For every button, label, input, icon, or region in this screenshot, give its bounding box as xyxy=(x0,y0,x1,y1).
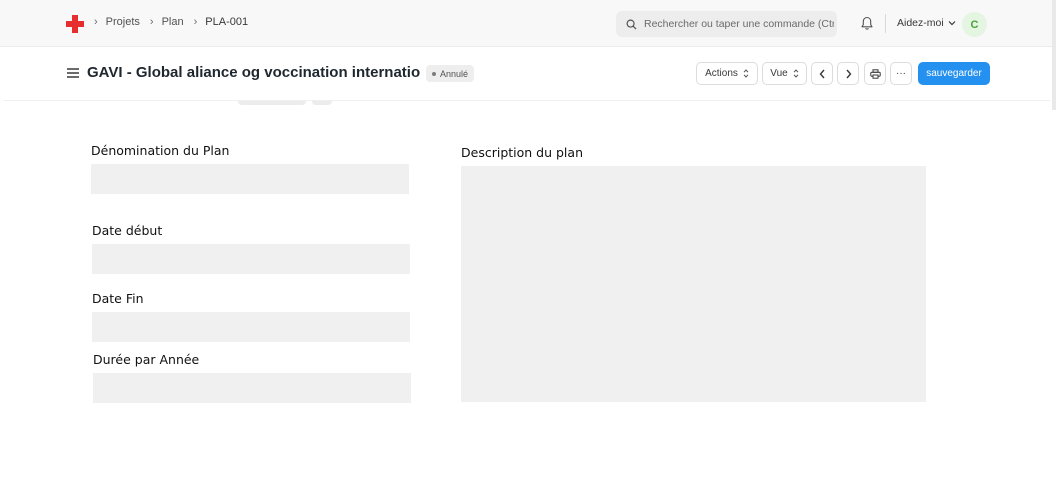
next-record-button[interactable] xyxy=(837,62,859,85)
search-bar[interactable] xyxy=(616,11,837,37)
status-badge: Annulé xyxy=(426,65,475,82)
chevron-right-icon: › xyxy=(94,16,98,28)
search-input[interactable] xyxy=(644,18,834,30)
chevron-right-icon: › xyxy=(149,16,154,28)
duration-per-year-label: Durée par Année xyxy=(93,352,200,367)
more-options-button[interactable]: ··· xyxy=(890,62,912,85)
breadcrumb-projets[interactable]: Projets xyxy=(106,16,140,28)
status-badge-label: Annulé xyxy=(440,68,469,79)
chevron-left-icon xyxy=(819,69,825,78)
sort-icon xyxy=(743,69,749,78)
chevron-right-icon xyxy=(845,69,851,78)
chevron-down-icon xyxy=(948,21,956,26)
hidden-tab-edge xyxy=(238,101,306,105)
red-cross-logo[interactable] xyxy=(66,15,84,33)
chevron-right-icon: › xyxy=(193,16,198,28)
start-date-input[interactable] xyxy=(92,244,410,274)
print-button[interactable] xyxy=(864,62,886,85)
status-dot-icon xyxy=(432,71,436,76)
printer-icon xyxy=(869,68,881,79)
sidebar-toggle-icon[interactable] xyxy=(67,68,79,78)
description-label: Description du plan xyxy=(461,145,583,160)
duration-per-year-input[interactable] xyxy=(93,373,411,403)
search-icon xyxy=(626,19,637,30)
actions-label: Actions xyxy=(705,68,738,79)
end-date-label: Date Fin xyxy=(92,291,144,306)
top-navbar: › Projets › Plan › PLA-001 Aidez-moi C xyxy=(0,0,1056,110)
hidden-tab-edge xyxy=(312,101,332,105)
previous-record-button[interactable] xyxy=(811,62,833,85)
breadcrumb: › Projets › Plan › PLA-001 xyxy=(94,16,258,28)
page-head: GAVI - Global aliance og voccination int… xyxy=(4,47,1050,101)
view-button[interactable]: Vue xyxy=(762,62,807,85)
breadcrumb-plan[interactable]: Plan xyxy=(162,16,184,28)
start-date-label: Date début xyxy=(92,223,163,238)
view-label: Vue xyxy=(770,68,788,79)
actions-button[interactable]: Actions xyxy=(696,62,758,85)
description-textarea[interactable] xyxy=(461,166,926,402)
breadcrumb-current[interactable]: PLA-001 xyxy=(205,16,248,28)
plan-name-label: Dénomination du Plan xyxy=(91,143,230,158)
user-avatar[interactable]: C xyxy=(962,12,987,37)
navbar-divider xyxy=(885,14,886,33)
logo-horizontal-bar xyxy=(66,21,84,27)
page-edge-shadow xyxy=(1052,0,1056,110)
help-label: Aidez-moi xyxy=(897,17,944,29)
page-title: GAVI - Global aliance og voccination int… xyxy=(87,64,421,81)
plan-name-input[interactable] xyxy=(91,164,409,194)
save-button[interactable]: sauvegarder xyxy=(918,62,990,85)
bell-icon[interactable] xyxy=(860,16,874,31)
sort-icon xyxy=(793,69,799,78)
end-date-input[interactable] xyxy=(92,312,410,342)
help-dropdown[interactable]: Aidez-moi xyxy=(897,17,956,29)
